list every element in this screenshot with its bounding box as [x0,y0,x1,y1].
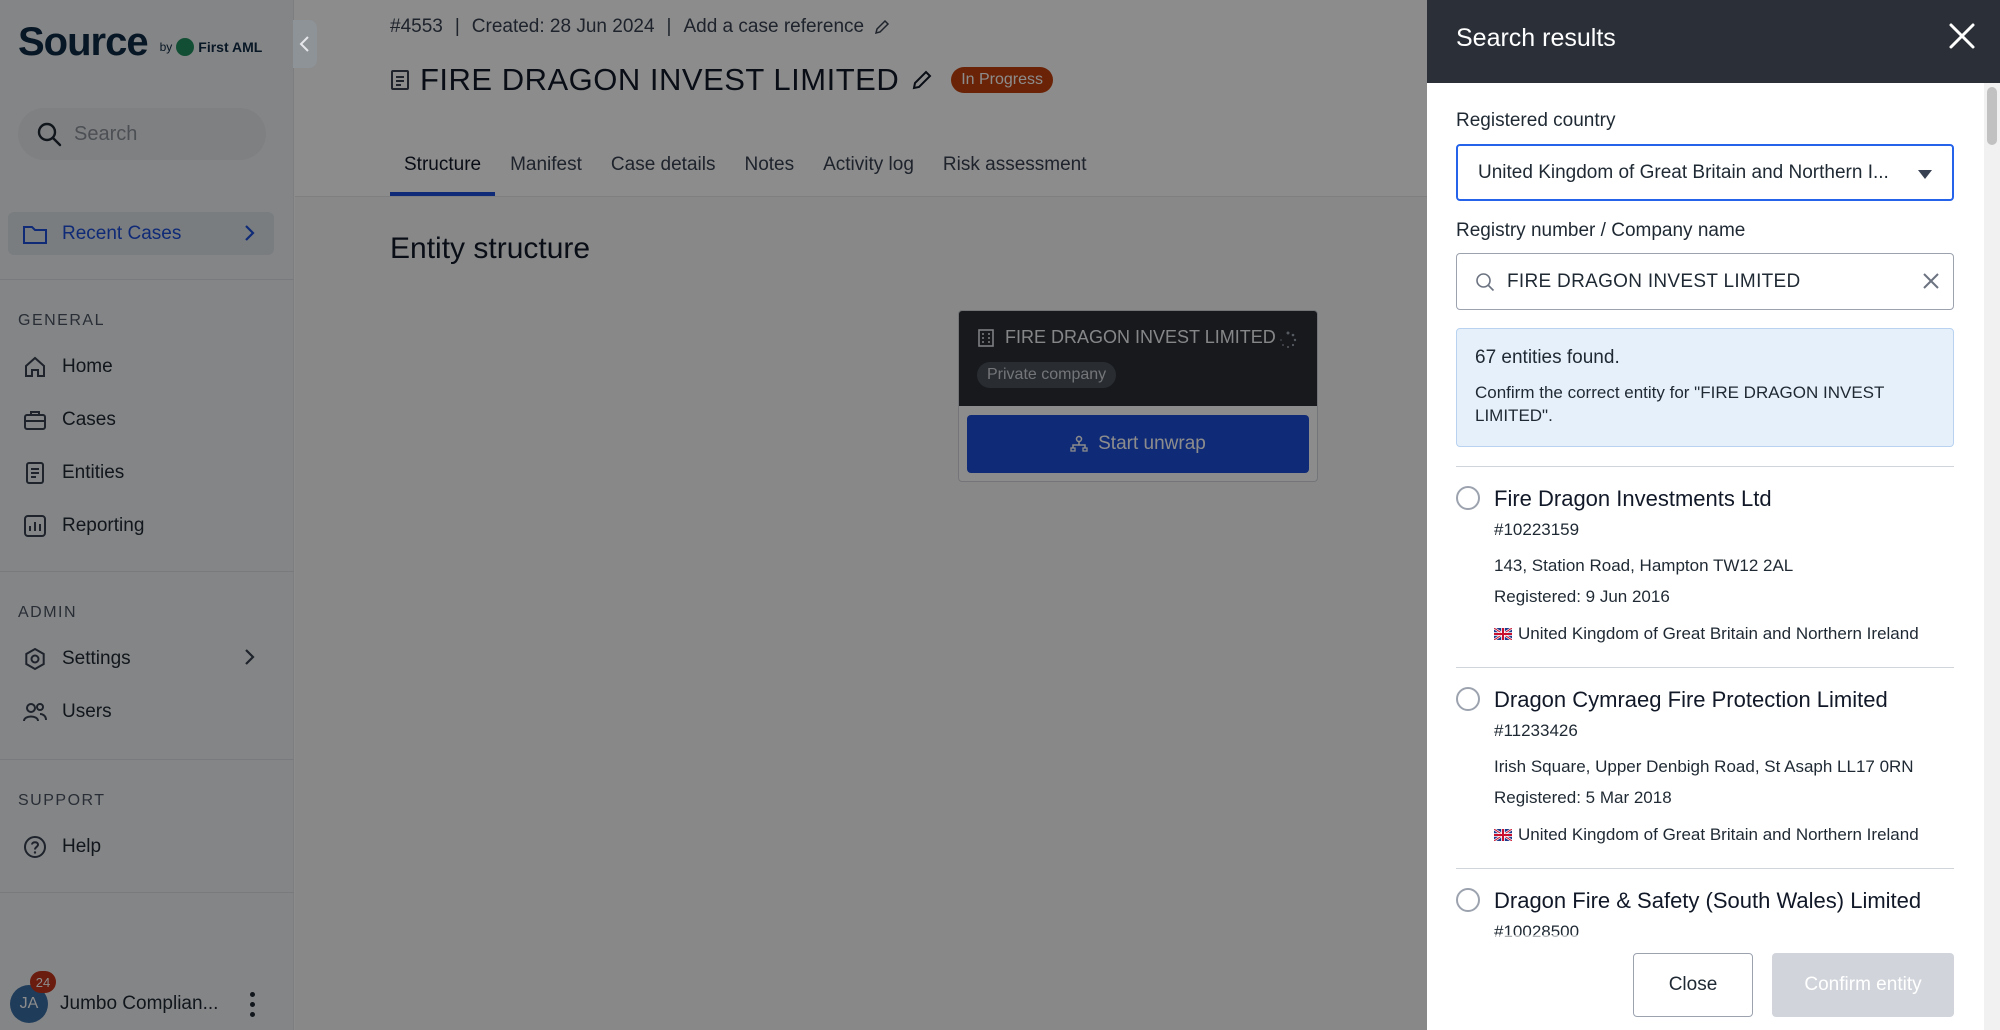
results-count: 67 entities found. [1475,347,1620,368]
results-message: Confirm the correct entity for "FIRE DRA… [1475,383,1885,425]
collapse-sidebar-button[interactable] [293,20,317,68]
entity-registered-date: Registered: 5 Mar 2018 [1494,788,1672,807]
entity-number: #11233426 [1494,721,1578,740]
results-divider [1456,868,1954,869]
uk-flag-icon [1494,829,1512,841]
drawer-scrollbar[interactable] [1984,83,2000,1030]
results-divider [1456,466,1954,467]
entity-country-name: United Kingdom of Great Britain and Nort… [1518,825,1919,844]
chevron-left-icon [299,36,309,52]
results-info-box: 67 entities found. Confirm the correct e… [1456,328,1954,447]
modal-overlay[interactable] [0,0,1427,1030]
entity-name: Fire Dragon Investments Ltd [1494,486,1772,511]
entity-address: 143, Station Road, Hampton TW12 2AL [1494,556,1794,575]
select-entity-radio[interactable] [1456,486,1480,510]
confirm-entity-button[interactable]: Confirm entity [1772,953,1954,1017]
entity-registered-date: Registered: 9 Jun 2016 [1494,587,1670,606]
close-icon[interactable] [1946,20,1978,52]
entity-country-name: United Kingdom of Great Britain and Nort… [1518,624,1919,643]
search-icon [1476,272,1495,291]
entity-address: Irish Square, Upper Denbigh Road, St Asa… [1494,757,1914,776]
registry-search-field[interactable] [1456,253,1954,310]
entity-number: #10223159 [1494,520,1580,539]
select-entity-radio[interactable] [1456,687,1480,711]
registry-number-label: Registry number / Company name [1456,220,1746,241]
entity-country: United Kingdom of Great Britain and Nort… [1494,825,1919,845]
entity-country: United Kingdom of Great Britain and Nort… [1494,624,1919,644]
registry-search-input[interactable] [1507,270,1907,293]
entity-name: Dragon Fire & Safety (South Wales) Limit… [1494,888,1922,913]
selected-country: United Kingdom of Great Britain and Nort… [1478,162,1889,183]
select-entity-radio[interactable] [1456,888,1480,912]
clear-icon[interactable] [1921,271,1941,291]
close-button[interactable]: Close [1633,953,1753,1017]
drawer-header: Search results [1427,0,2000,83]
registered-country-select[interactable]: United Kingdom of Great Britain and Nort… [1456,144,1954,201]
drawer-footer: Close Confirm entity [1427,935,1984,1030]
uk-flag-icon [1494,628,1512,640]
search-results-drawer: Search results Registered country United… [1427,0,2000,1030]
entity-name: Dragon Cymraeg Fire Protection Limited [1494,687,1888,712]
dropdown-caret-icon [1918,170,1932,179]
drawer-title: Search results [1456,24,1616,52]
scrollbar-thumb[interactable] [1987,87,1997,145]
results-divider [1456,667,1954,668]
registered-country-label: Registered country [1456,110,1616,131]
